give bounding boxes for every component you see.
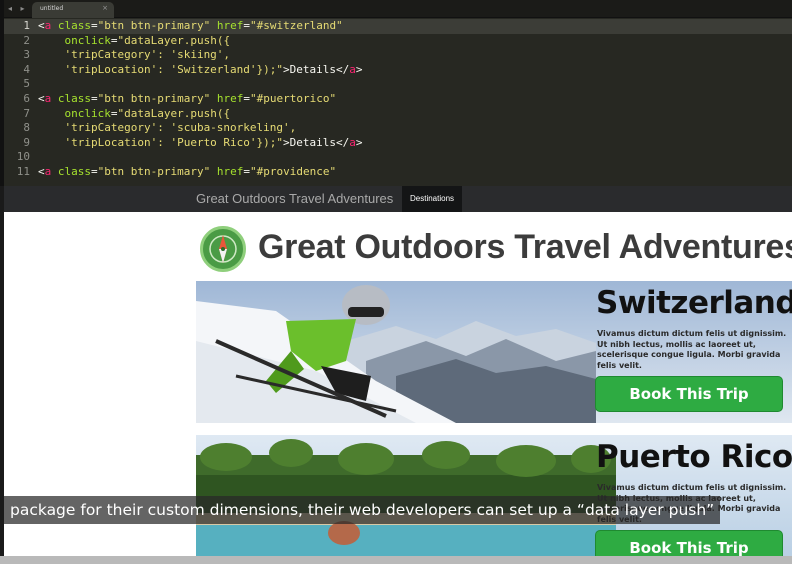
- code-text: 'tripCategory': 'skiing',: [38, 48, 230, 63]
- line-number: 10: [16, 150, 30, 164]
- code-text: onclick="dataLayer.push({: [38, 106, 231, 122]
- code-token: "btn btn-primary": [97, 164, 211, 178]
- code-token: =: [243, 164, 250, 178]
- code-token: a: [349, 135, 356, 149]
- code-line[interactable]: 10: [4, 150, 792, 165]
- code-token: =: [243, 91, 250, 105]
- code-token: href: [216, 91, 244, 105]
- code-token: "dataLayer.push({: [117, 33, 231, 47]
- code-token: onclick: [64, 33, 111, 47]
- code-text: 'tripLocation': 'Puerto Rico'});">Detail…: [38, 135, 363, 151]
- code-token: 'tripCategory': 'skiing',: [38, 48, 231, 62]
- code-line[interactable]: 7 onclick="dataLayer.push({: [4, 107, 792, 122]
- code-token: >Details</: [283, 62, 350, 76]
- code-token: "#switzerland": [249, 19, 343, 32]
- code-token: >: [355, 62, 363, 76]
- code-token: onclick: [64, 106, 111, 120]
- code-token: class: [57, 19, 91, 32]
- line-number: 5: [23, 77, 30, 91]
- code-token: =: [91, 164, 98, 178]
- code-line[interactable]: 8 'tripCategory': 'scuba-snorkeling',: [4, 121, 792, 136]
- code-token: "btn btn-primary": [97, 91, 211, 105]
- code-line[interactable]: 9 'tripLocation': 'Puerto Rico'});">Deta…: [4, 136, 792, 151]
- line-number: 11: [16, 164, 30, 178]
- destination-card-switzerland: Switzerland Vivamus dictum dictum felis …: [196, 281, 792, 423]
- code-token: <: [38, 164, 45, 178]
- site-title: Great Outdoors Travel Adventures: [258, 228, 792, 266]
- site-header: Great Outdoors Travel Adventures: [196, 222, 792, 282]
- code-token: "#puertorico": [249, 91, 337, 105]
- code-token: =: [91, 91, 98, 105]
- line-number: 2: [23, 33, 30, 47]
- line-number: 6: [23, 91, 30, 105]
- code-token: class: [57, 91, 91, 105]
- line-number: 3: [23, 48, 30, 62]
- editor-tab-bar: ◂ ▸ untitled ×: [4, 0, 792, 18]
- player-bottom-bar: [0, 556, 792, 564]
- navbar-brand[interactable]: Great Outdoors Travel Adventures: [196, 191, 393, 206]
- tab-label: untitled: [40, 5, 64, 12]
- code-token: "dataLayer.push({: [117, 106, 231, 120]
- code-token: href: [216, 164, 244, 178]
- code-line[interactable]: 6 <a class="btn btn-primary" href="#puert…: [4, 92, 792, 107]
- compass-icon: [200, 226, 246, 272]
- code-line[interactable]: 5: [4, 77, 792, 92]
- code-token: a: [349, 62, 356, 76]
- code-token: =: [91, 19, 98, 32]
- code-token: 'tripCategory': 'scuba-snorkeling',: [38, 121, 297, 135]
- code-token: >Details</: [283, 135, 350, 149]
- code-line[interactable]: 1 <a class="btn btn-primary" href="#switz…: [4, 19, 792, 34]
- book-trip-button[interactable]: Book This Trip: [595, 376, 783, 412]
- code-text: 'tripLocation': 'Switzerland'});">Detail…: [38, 62, 363, 78]
- tab-untitled[interactable]: untitled ×: [32, 2, 114, 18]
- site-navbar: Great Outdoors Travel Adventures Destina…: [4, 186, 792, 212]
- code-token: <: [38, 91, 45, 105]
- code-token: class: [57, 164, 91, 178]
- nav-item-destinations[interactable]: Destinations: [402, 186, 463, 212]
- line-number: 8: [23, 121, 30, 135]
- code-token: 'tripLocation': 'Switzerland'});": [38, 62, 284, 76]
- code-token: "#providence": [249, 164, 337, 178]
- line-number: 7: [23, 106, 30, 120]
- code-token: <: [38, 19, 45, 32]
- video-caption: package for their custom dimensions, the…: [4, 496, 721, 524]
- code-text: <a class="btn btn-primary" href="#switze…: [38, 19, 343, 34]
- close-icon[interactable]: ×: [102, 4, 108, 12]
- code-text: <a class="btn btn-primary" href="#puerto…: [38, 92, 336, 107]
- code-text: 'tripCategory': 'scuba-snorkeling',: [38, 121, 296, 136]
- code-token: >: [355, 135, 363, 149]
- tab-nav-arrows-icon[interactable]: ◂ ▸: [8, 2, 28, 16]
- code-token: href: [216, 19, 244, 32]
- destination-title: Puerto Rico: [596, 439, 792, 475]
- line-number: 1: [23, 19, 30, 32]
- code-line[interactable]: 4 'tripLocation': 'Switzerland'});">Deta…: [4, 63, 792, 78]
- code-line[interactable]: 3 'tripCategory': 'skiing',: [4, 48, 792, 63]
- code-text: <a class="btn btn-primary" href="#provid…: [38, 165, 336, 180]
- code-token: 'tripLocation': 'Puerto Rico'});": [38, 135, 284, 149]
- code-area[interactable]: 1 <a class="btn btn-primary" href="#switz…: [4, 19, 792, 180]
- code-line[interactable]: 11 <a class="btn btn-primary" href="#prov…: [4, 165, 792, 180]
- code-editor[interactable]: ◂ ▸ untitled × 1 <a class="btn btn-primar…: [0, 0, 792, 186]
- code-token: "btn btn-primary": [97, 19, 211, 32]
- code-token: =: [243, 19, 250, 32]
- line-number: 4: [23, 62, 30, 76]
- code-line[interactable]: 2 onclick="dataLayer.push({: [4, 34, 792, 49]
- destination-description: Vivamus dictum dictum felis ut dignissim…: [597, 329, 787, 370]
- book-trip-button[interactable]: Book This Trip: [595, 530, 783, 558]
- destination-title: Switzerland: [596, 285, 792, 321]
- line-number: 9: [23, 135, 30, 149]
- code-text: onclick="dataLayer.push({: [38, 33, 231, 49]
